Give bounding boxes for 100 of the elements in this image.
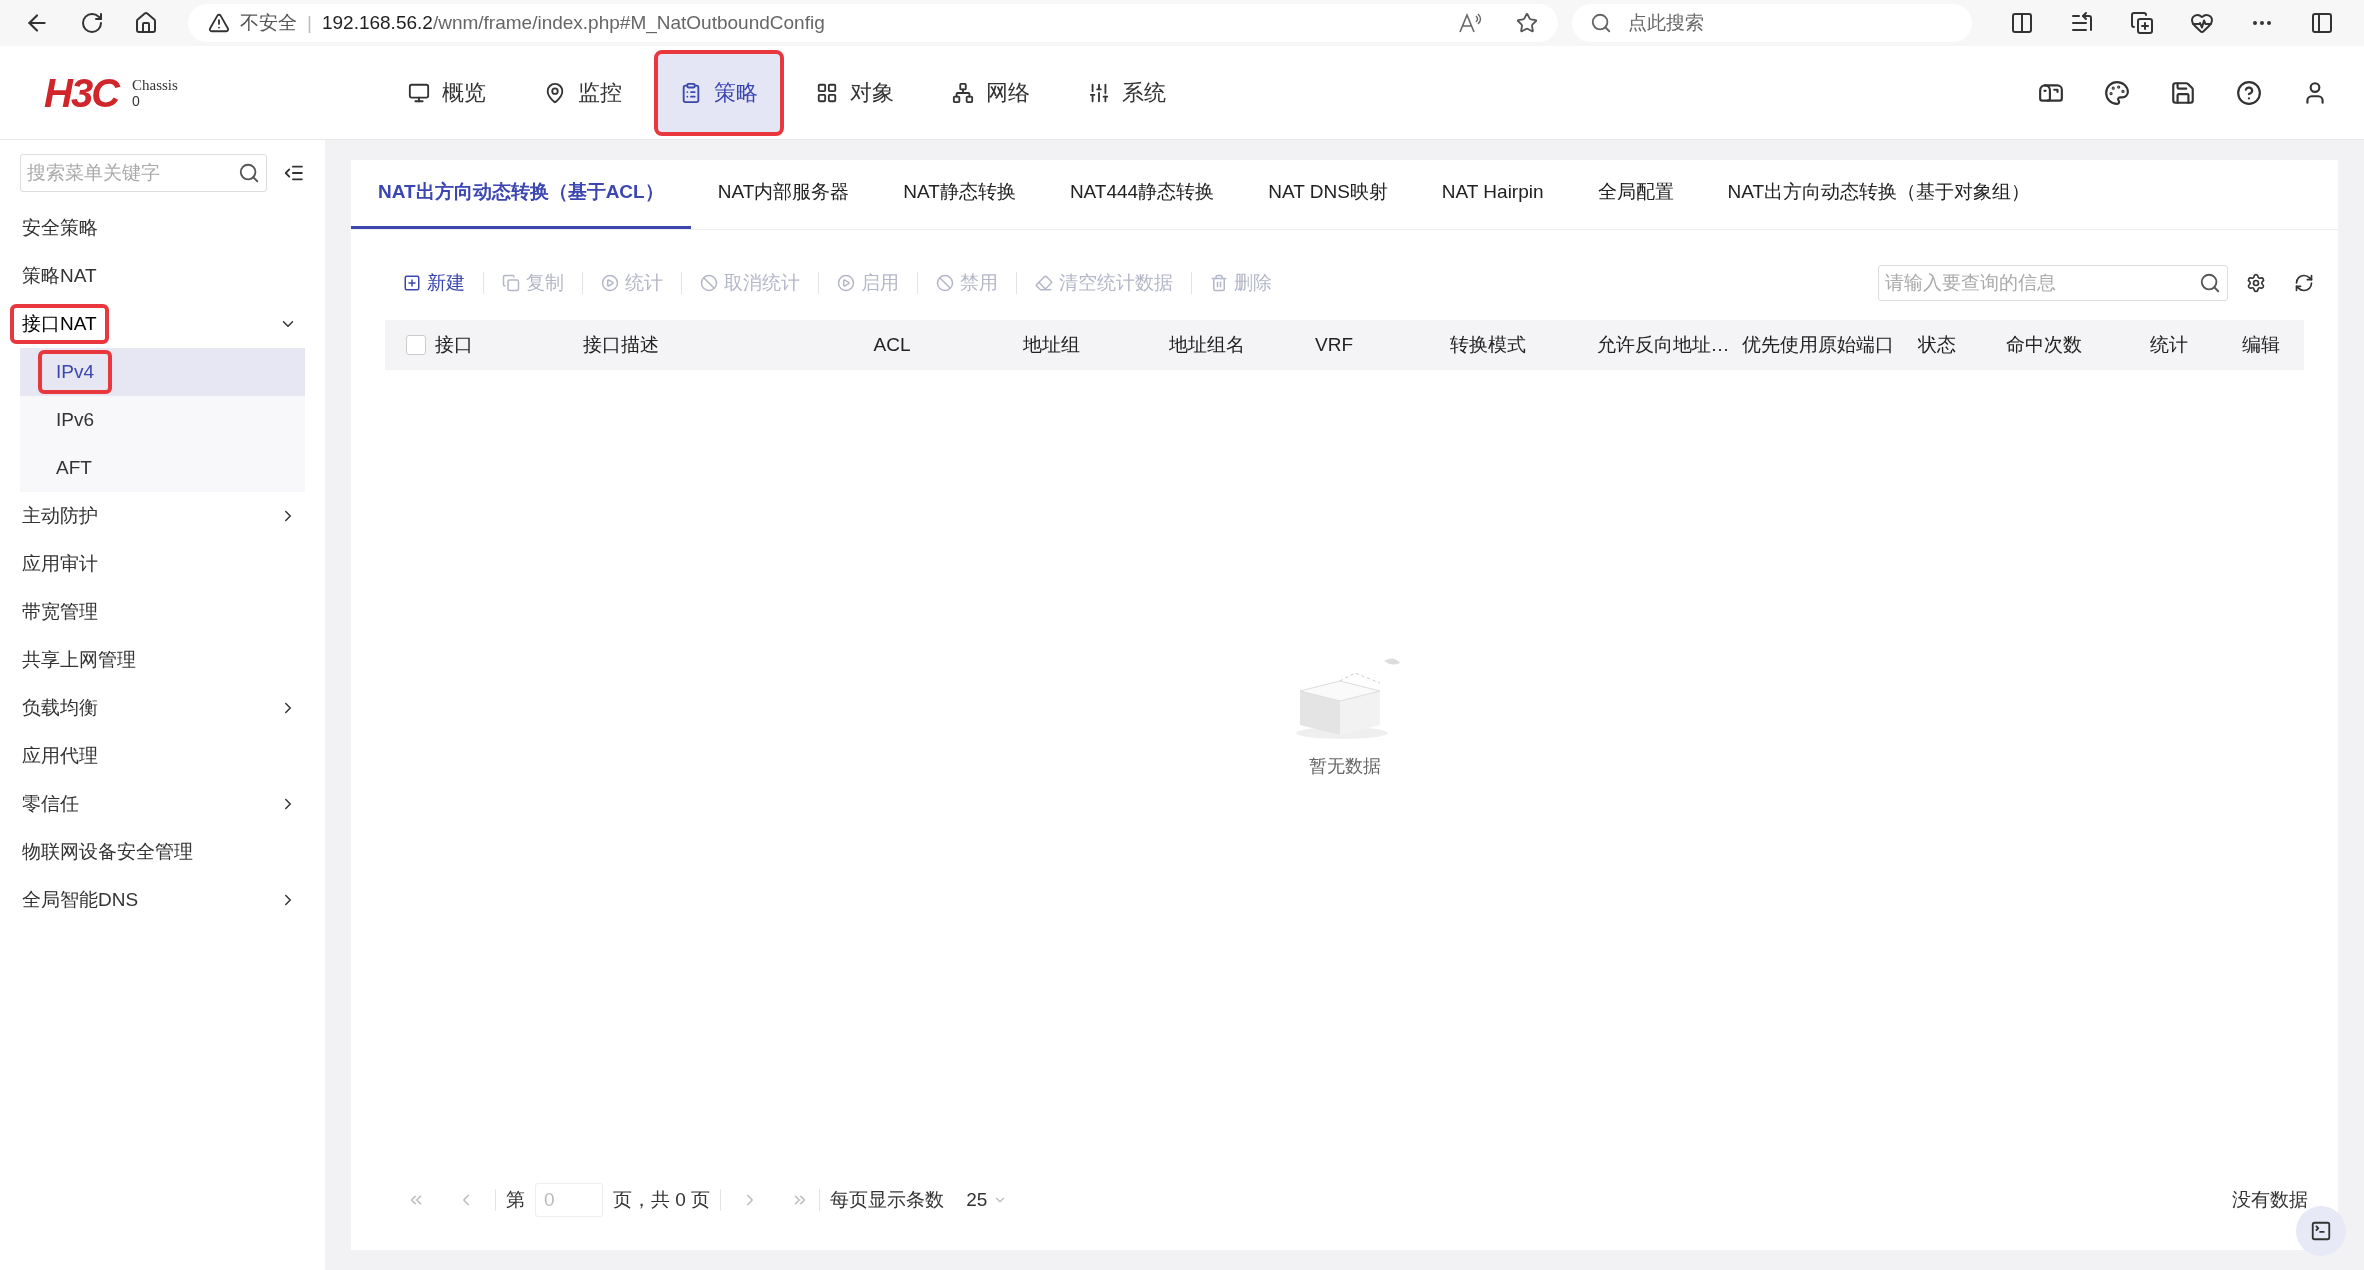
nav-tab[interactable]: 概览 <box>382 49 512 136</box>
menu-item[interactable]: 应用审计 <box>0 540 325 588</box>
tab[interactable]: NAT DNS映射 <box>1241 159 1415 229</box>
menu-item-label: 应用审计 <box>22 551 98 576</box>
nav-tab[interactable]: 策略 <box>654 49 784 136</box>
eraser-icon <box>1035 274 1053 292</box>
menu-item-label: 应用代理 <box>22 743 98 768</box>
menu-item[interactable]: 接口NAT <box>0 300 325 348</box>
menu-item-label: 安全策略 <box>22 215 98 240</box>
submenu-item[interactable]: IPv6 <box>20 396 305 444</box>
tab[interactable]: NAT内部服务器 <box>690 159 877 229</box>
toolbar-button[interactable]: 新建 <box>397 268 471 298</box>
column-header: ACL <box>872 332 912 357</box>
column-header: 地址组名 <box>1168 332 1246 357</box>
column-header: 统计 <box>2149 332 2189 357</box>
search-icon <box>1590 12 1612 34</box>
menu-item-label: 物联网设备安全管理 <box>22 839 193 864</box>
tab[interactable]: NAT444静态转换 <box>1042 159 1242 229</box>
menu-item[interactable]: 主动防护 <box>0 492 325 540</box>
page-total: 页，共 0 页 <box>613 1187 711 1212</box>
column-header: 编辑 <box>2241 332 2281 357</box>
ban-icon <box>936 274 954 292</box>
ban-icon <box>700 274 718 292</box>
search-icon <box>238 162 261 184</box>
menu-item[interactable]: 物联网设备安全管理 <box>0 828 325 876</box>
menu-item[interactable]: 安全策略 <box>0 204 325 252</box>
help-icon[interactable] <box>2236 79 2262 106</box>
nav-tab[interactable]: 系统 <box>1062 49 1192 136</box>
copy-icon <box>502 274 520 292</box>
play-icon <box>601 274 619 292</box>
column-header: 接口描述 <box>582 332 660 357</box>
reload-icon[interactable] <box>80 11 104 35</box>
brand-logo: H3C <box>44 69 119 117</box>
health-icon[interactable] <box>2190 11 2214 35</box>
url-text: 192.168.56.2/wnm/frame/index.php#M_NatOutboundConfig <box>321 10 825 36</box>
address-bar[interactable]: 不安全 | 192.168.56.2/wnm/frame/index.php#M_NatOutboundConfig <box>188 4 1558 42</box>
collections-icon[interactable] <box>2130 11 2154 35</box>
trash-icon <box>1210 274 1228 292</box>
nav-tab[interactable]: 监控 <box>518 49 648 136</box>
page-prefix: 第 <box>506 1187 525 1212</box>
settings-icon[interactable] <box>2246 273 2266 293</box>
tab[interactable]: 全局配置 <box>1570 159 1701 229</box>
column-header: 地址组 <box>1022 332 1081 357</box>
monitor-icon <box>408 81 430 104</box>
location-pin-icon <box>544 81 566 104</box>
page-size-label: 每页显示条数 <box>830 1187 945 1212</box>
menu-item-label: 共享上网管理 <box>22 647 136 672</box>
split-screen-icon[interactable] <box>2010 11 2034 35</box>
tab[interactable]: NAT出方向动态转换（基于ACL） <box>351 159 691 229</box>
network-icon <box>952 81 974 104</box>
menu-item[interactable]: 零信任 <box>0 780 325 828</box>
separator: | <box>307 10 312 35</box>
column-header: 转换模式 <box>1449 332 1527 357</box>
security-label: 不安全 <box>240 10 297 35</box>
column-header: 优先使用原始端口 <box>1741 332 1895 357</box>
nav-tab[interactable]: 对象 <box>790 49 920 136</box>
menu-item[interactable]: 共享上网管理 <box>0 636 325 684</box>
submenu-item[interactable]: AFT <box>20 444 305 492</box>
pagination-status: 没有数据 <box>2232 1187 2308 1212</box>
sliders-icon <box>1088 81 1110 104</box>
menu-item-label: 策略NAT <box>22 263 97 288</box>
submenu-label: IPv4 <box>38 349 113 395</box>
home-icon[interactable] <box>134 11 158 35</box>
menu-item-label: 带宽管理 <box>22 599 98 624</box>
column-header: 允许反向地址… <box>1595 332 1731 357</box>
menu-item[interactable]: 负载均衡 <box>0 684 325 732</box>
menu-item[interactable]: 带宽管理 <box>0 588 325 636</box>
menu-item[interactable]: 策略NAT <box>0 252 325 300</box>
menu-item-label: 负载均衡 <box>22 695 98 720</box>
favorite-icon[interactable] <box>1516 12 1538 34</box>
submenu-label: AFT <box>56 455 92 480</box>
page-size-select[interactable]: 25 <box>966 1185 1008 1215</box>
empty-text: 暂无数据 <box>1308 754 1381 778</box>
menu-item-label: 主动防护 <box>22 503 98 528</box>
select-all-checkbox[interactable] <box>406 335 426 355</box>
submenu-item[interactable]: IPv4 <box>20 348 305 396</box>
column-header: 接口 <box>434 332 474 357</box>
tab[interactable]: NAT静态转换 <box>876 159 1043 229</box>
play-icon <box>837 274 855 292</box>
menu-item-label: 全局智能DNS <box>22 887 139 912</box>
nav-tab[interactable]: 网络 <box>926 49 1056 136</box>
menu-item[interactable]: 应用代理 <box>0 732 325 780</box>
terminal-icon <box>2310 1220 2332 1242</box>
column-header: VRF <box>1314 332 1354 357</box>
column-header: 状态 <box>1917 332 1957 357</box>
refresh-icon[interactable] <box>2294 273 2314 293</box>
tab[interactable]: NAT Hairpin <box>1414 159 1571 229</box>
palette-icon[interactable] <box>2104 79 2130 106</box>
save-icon[interactable] <box>2170 79 2196 106</box>
column-header: 命中次数 <box>2005 332 2083 357</box>
tab[interactable]: NAT出方向动态转换（基于对象组） <box>1700 159 2058 229</box>
grid-icon <box>816 81 838 104</box>
menu-item[interactable]: 全局智能DNS <box>0 876 325 924</box>
warning-icon <box>208 12 230 34</box>
browser-search-field[interactable]: 点此搜索 <box>1572 4 1972 42</box>
plus-icon <box>403 274 421 292</box>
read-aloud-icon[interactable] <box>1458 12 1482 34</box>
search-icon <box>2199 272 2221 294</box>
chassis-value: 0 <box>132 92 141 109</box>
sidebar-toggle-icon[interactable] <box>2310 11 2334 35</box>
